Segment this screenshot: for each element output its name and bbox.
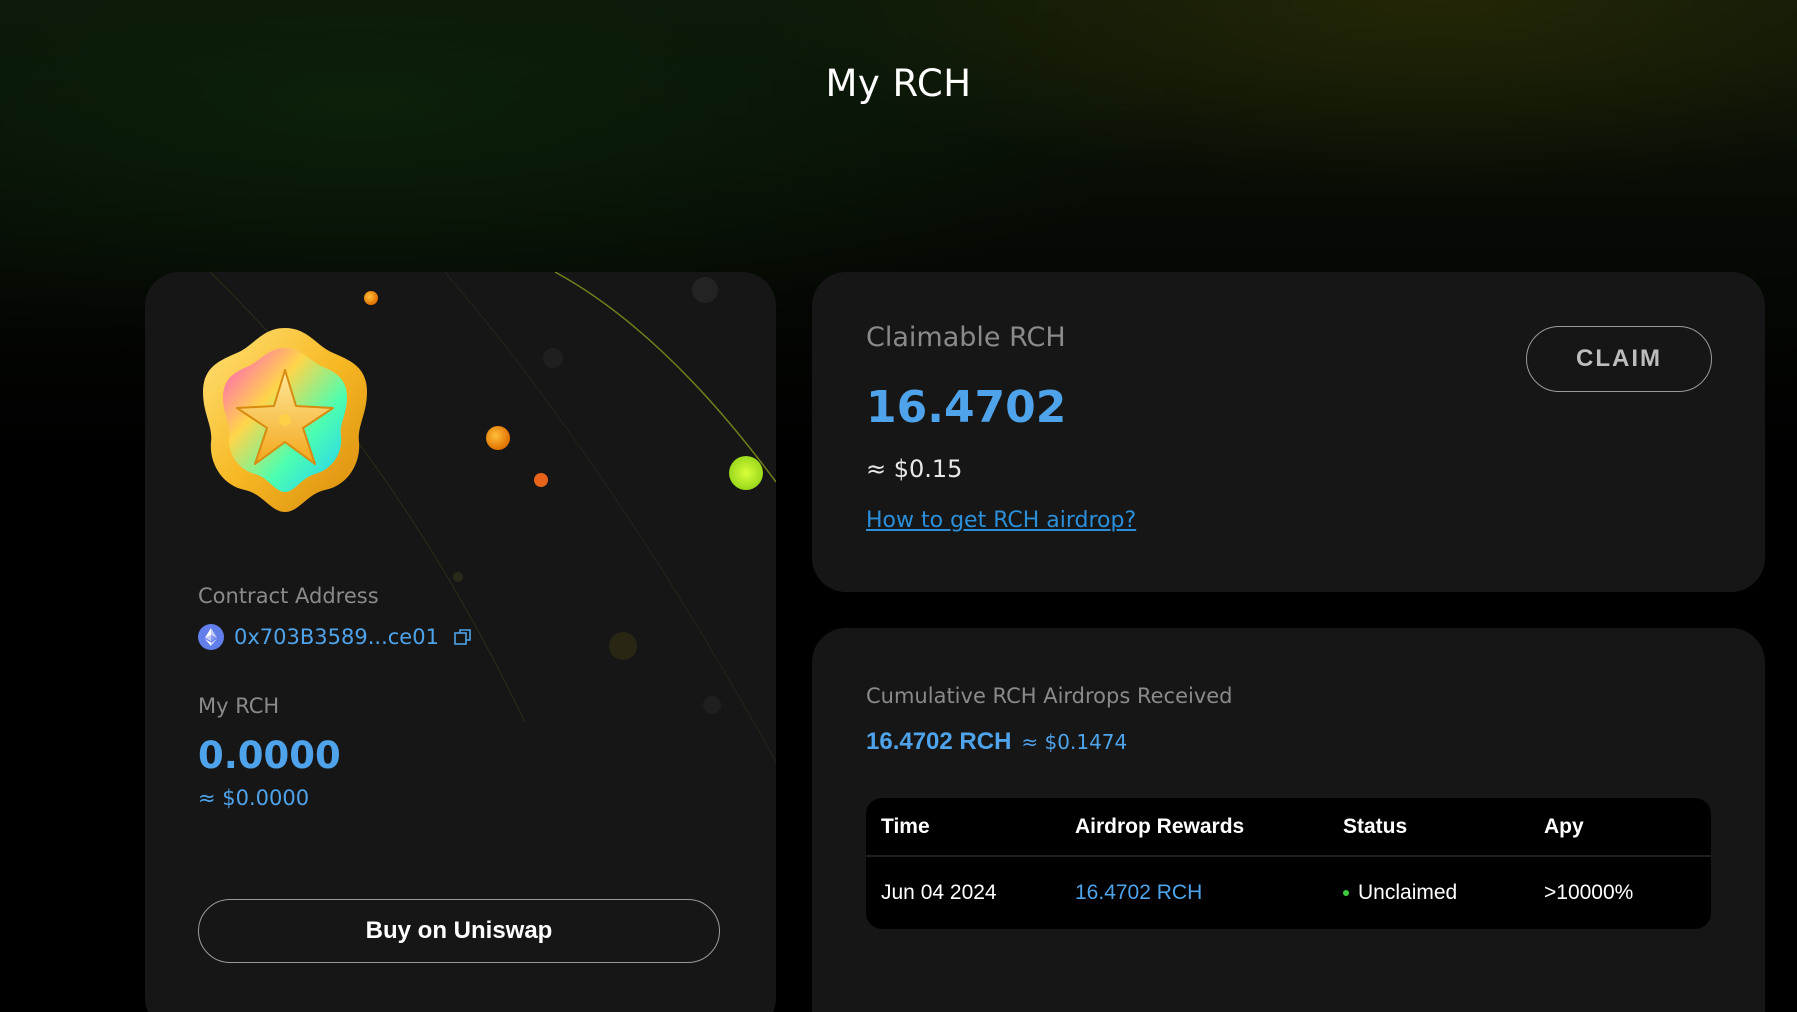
my-rch-balance: 0.0000 <box>198 734 341 777</box>
table-row: Jun 04 2024 16.4702 RCH Unclaimed >10000… <box>866 857 1711 929</box>
claimable-usd-value: ≈ $0.15 <box>866 455 963 483</box>
my-rch-label: My RCH <box>198 694 280 718</box>
claimable-label: Claimable RCH <box>866 322 1066 353</box>
cumulative-airdrops-label: Cumulative RCH Airdrops Received <box>866 684 1233 708</box>
row-status-text: Unclaimed <box>1358 881 1458 904</box>
my-rch-usd-value: ≈ $0.0000 <box>198 786 310 810</box>
status-dot-icon <box>1343 890 1349 896</box>
airdrop-table: Time Airdrop Rewards Status Apy Jun 04 2… <box>866 798 1711 929</box>
claimable-amount: 16.4702 <box>866 382 1067 433</box>
airdrop-history-card: Cumulative RCH Airdrops Received 16.4702… <box>812 628 1765 1012</box>
page: My RCH Contract Address 0x703B3589...ce0… <box>0 0 1797 1012</box>
row-status: Unclaimed <box>1343 881 1544 905</box>
table-header: Time Airdrop Rewards Status Apy <box>866 798 1711 857</box>
contract-address-label: Contract Address <box>198 584 379 608</box>
column-header-time: Time <box>881 814 930 838</box>
cumulative-airdrops-total: 16.4702 RCH <box>866 728 1012 755</box>
buy-on-uniswap-button[interactable]: Buy on Uniswap <box>198 899 720 963</box>
column-header-status: Status <box>1343 814 1408 838</box>
contract-address-link[interactable]: 0x703B3589...ce01 <box>234 625 439 649</box>
column-header-rewards: Airdrop Rewards <box>1075 814 1245 838</box>
row-apy: >10000% <box>1544 881 1634 904</box>
contract-address-row: 0x703B3589...ce01 <box>198 624 473 650</box>
column-header-apy: Apy <box>1544 814 1584 838</box>
ethereum-icon <box>198 624 224 650</box>
page-title: My RCH <box>825 62 972 105</box>
airdrop-help-link[interactable]: How to get RCH airdrop? <box>866 508 1136 533</box>
row-time: Jun 04 2024 <box>881 881 997 904</box>
copy-icon[interactable] <box>453 627 473 647</box>
token-card: Contract Address 0x703B3589...ce01 My RC… <box>145 272 776 1012</box>
token-badge-icon <box>203 328 367 512</box>
cumulative-airdrops-row: 16.4702 RCH ≈ $0.1474 <box>866 728 1127 756</box>
claim-button[interactable]: CLAIM <box>1526 326 1712 392</box>
claim-card: Claimable RCH 16.4702 ≈ $0.15 How to get… <box>812 272 1765 592</box>
cumulative-airdrops-usd: ≈ $0.1474 <box>1021 730 1128 754</box>
row-reward: 16.4702 RCH <box>1075 881 1203 904</box>
